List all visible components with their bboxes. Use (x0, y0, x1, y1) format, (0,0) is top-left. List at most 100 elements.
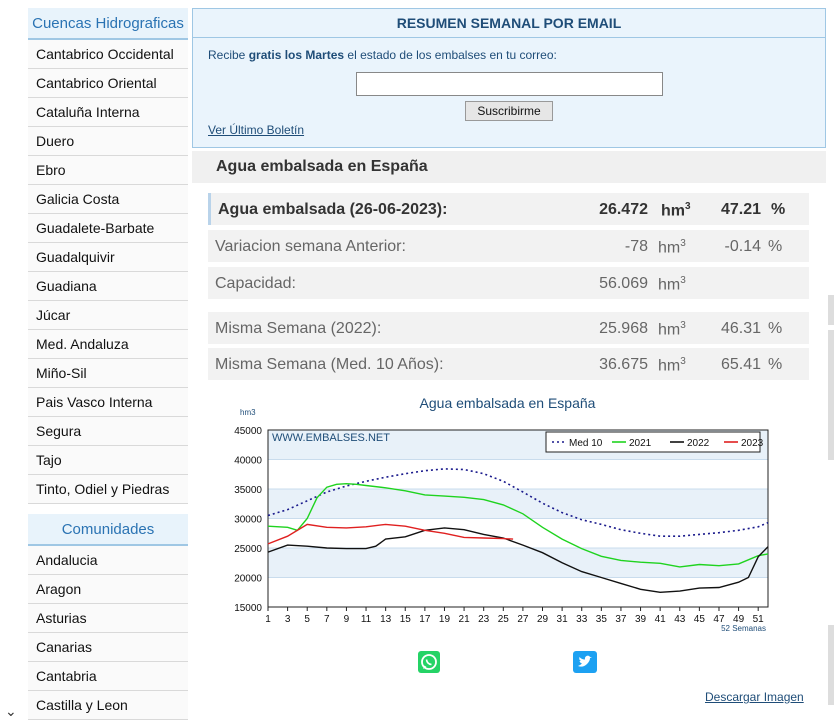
stat-unit: hm3 (658, 238, 686, 257)
stat-value: 56.069 (599, 275, 648, 292)
stat-label: Agua embalsada (26-06-2023): (218, 201, 448, 218)
sidebar-item[interactable]: Asturias (28, 604, 188, 633)
chart-watermark: WWW.EMBALSES.NET (272, 432, 390, 444)
x-tick-label: 39 (635, 614, 647, 625)
stat-row: Misma Semana (2022): 25.968 hm3 46.31% (208, 312, 809, 344)
y-tick-label: 45000 (234, 426, 262, 437)
sidebar-item[interactable]: Canarias (28, 633, 188, 662)
stat-unit: hm3 (658, 275, 686, 294)
scroll-edge (828, 625, 834, 705)
twitter-icon[interactable] (573, 651, 597, 673)
sidebar-item[interactable]: Ebro (28, 156, 188, 185)
sidebar-item[interactable]: Miño-Sil (28, 359, 188, 388)
chevron-down-icon[interactable]: ⌄ (5, 703, 17, 720)
sidebar-item[interactable]: Med. Andaluza (28, 330, 188, 359)
stat-percent-sign: % (768, 320, 783, 337)
x-tick-label: 27 (517, 614, 529, 625)
sidebar-item[interactable]: Cantabria (28, 662, 188, 691)
stat-unit: hm3 (658, 320, 686, 339)
email-subscription-box: RESUMEN SEMANAL POR EMAIL Recibe gratis … (192, 8, 826, 148)
stat-percent: 47.21 (720, 201, 761, 218)
stat-percent: -0.14 (724, 238, 761, 255)
stat-percent-sign: % (768, 238, 783, 255)
sidebar-item[interactable]: Pais Vasco Interna (28, 388, 188, 417)
download-image-link[interactable]: Descargar Imagen (705, 690, 804, 704)
x-tick-label: 35 (596, 614, 608, 625)
subscribe-button[interactable]: Suscribirme (465, 101, 553, 121)
stat-percent-sign: % (768, 356, 783, 373)
section-title: Agua embalsada en España (192, 151, 826, 183)
sidebar-item[interactable]: Tinto, Odiel y Piedras (28, 475, 188, 504)
x-tick-label: 3 (285, 614, 291, 625)
sidebar-item[interactable]: Andalucia (28, 546, 188, 575)
comunidades-list: Andalucia Aragon Asturias Canarias Cantabria… (28, 546, 188, 720)
sidebar-item[interactable]: Duero (28, 127, 188, 156)
stat-label: Capacidad: (215, 275, 296, 292)
x-tick-label: 33 (576, 614, 588, 625)
sidebar-item[interactable]: Cataluña Interna (28, 98, 188, 127)
stat-row: Variacion semana Anterior: -78 hm3 -0.14% (208, 230, 809, 262)
legend-label: 2023 (741, 438, 764, 449)
sidebar-item[interactable]: Guadiana (28, 272, 188, 301)
stat-value: -78 (624, 238, 648, 255)
scroll-edge (828, 295, 834, 325)
sidebar-item[interactable]: Júcar (28, 301, 188, 330)
y-axis-label: hm3 (240, 408, 256, 417)
legend-label: 2022 (687, 438, 710, 449)
stat-value: 25.968 (599, 320, 648, 337)
x-tick-label: 15 (400, 614, 412, 625)
x-tick-label: 23 (478, 614, 490, 625)
stat-percent: 46.31 (720, 320, 761, 337)
stat-unit: hm3 (661, 201, 691, 220)
sidebar-item[interactable]: Galicia Costa (28, 185, 188, 214)
y-tick-label: 20000 (234, 574, 262, 585)
sidebar-item[interactable]: Segura (28, 417, 188, 446)
x-tick-label: 37 (615, 614, 627, 625)
chart-band (268, 577, 768, 607)
stat-label: Variacion semana Anterior: (215, 238, 406, 255)
sidebar-item[interactable]: Guadalquivir (28, 243, 188, 272)
stat-value: 36.675 (599, 356, 648, 373)
sidebar-item[interactable]: Tajo (28, 446, 188, 475)
y-tick-label: 30000 (234, 515, 262, 526)
sidebar-item[interactable]: Aragon (28, 575, 188, 604)
x-tick-label: 9 (344, 614, 350, 625)
email-input[interactable] (356, 72, 663, 96)
x-tick-label: 29 (537, 614, 549, 625)
stat-percent: 65.41 (720, 356, 761, 373)
x-tick-label: 13 (380, 614, 392, 625)
comunidades-heading: Comunidades (28, 514, 188, 546)
x-tick-label: 43 (674, 614, 686, 625)
sidebar-item[interactable]: Cantabrico Occidental (28, 40, 188, 69)
stat-label: Misma Semana (2022): (215, 320, 382, 337)
scroll-edge (828, 330, 834, 460)
stat-label: Misma Semana (Med. 10 Años): (215, 356, 444, 373)
stat-value: 26.472 (599, 201, 648, 218)
x-tick-label: 21 (459, 614, 471, 625)
x-tick-label: 31 (557, 614, 569, 625)
y-tick-label: 35000 (234, 485, 262, 496)
chart-band (268, 548, 768, 578)
sidebar-item[interactable]: Castilla y Leon (28, 691, 188, 720)
sidebar-item[interactable]: Guadalete-Barbate (28, 214, 188, 243)
email-box-title: RESUMEN SEMANAL POR EMAIL (193, 9, 825, 38)
x-tick-label: 45 (694, 614, 706, 625)
email-description: Recibe gratis los Martes el estado de lo… (208, 48, 557, 62)
y-tick-label: 15000 (234, 603, 262, 614)
whatsapp-icon[interactable] (418, 651, 440, 673)
sidebar-item[interactable]: Cantabrico Oriental (28, 69, 188, 98)
stat-unit: hm3 (658, 356, 686, 375)
x-tick-label: 17 (419, 614, 431, 625)
chart-band (268, 489, 768, 519)
sidebar: Cuencas Hidrograficas Cantabrico Occiden… (28, 8, 188, 720)
x-tick-label: 19 (439, 614, 451, 625)
legend-label: 2021 (629, 438, 652, 449)
reservoir-chart: 15000200002500030000350004000045000hm31 3… (234, 408, 769, 633)
stat-row: Agua embalsada (26-06-2023): 26.472 hm3 47.… (208, 193, 809, 225)
stat-row: Misma Semana (Med. 10 Años): 36.675 hm3 65.… (208, 348, 809, 380)
legend-label: Med 10 (569, 438, 603, 449)
x-tick-label: 25 (498, 614, 510, 625)
cuencas-heading: Cuencas Hidrograficas (28, 8, 188, 40)
last-bulletin-link[interactable]: Ver Último Boletín (208, 123, 304, 137)
stat-percent-sign: % (771, 201, 786, 218)
